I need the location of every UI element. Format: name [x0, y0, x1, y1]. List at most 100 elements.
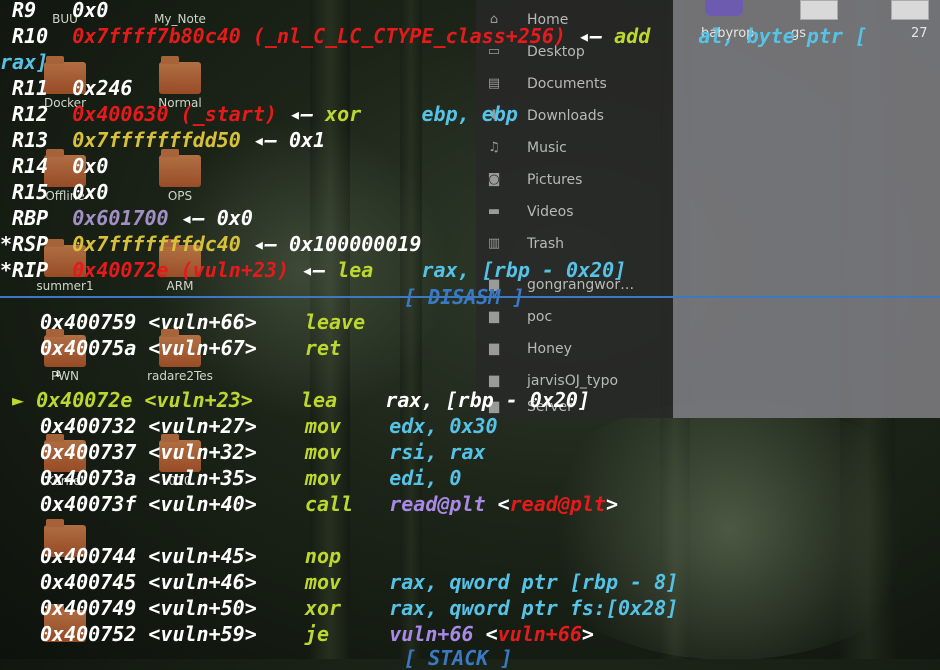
instruction-symbol: <vuln+32> [148, 440, 257, 464]
disasm-row: 0x400737 <vuln+32> mov rsi, rax [40, 439, 486, 465]
register-value: 0x400630 (_start) [72, 102, 277, 126]
instruction-mnemonic: nop [304, 544, 342, 568]
disasm-row: 0x400749 <vuln+50> xor rax, qword ptr fs… [40, 595, 678, 621]
instruction-mnemonic: mov [304, 440, 342, 464]
instruction-address: 0x40073a [40, 466, 137, 490]
instruction-address: 0x400752 [40, 622, 137, 646]
instruction-operands: rax] [0, 50, 49, 74]
instruction-symbol: <vuln+67> [148, 336, 257, 360]
instruction-mnemonic: add [614, 24, 651, 48]
arrow-icon: ◂— [289, 102, 326, 126]
pointed-value: 0x1 [289, 128, 326, 152]
instruction-address: 0x40072e [36, 388, 133, 412]
instruction-symbol: <vuln+50> [148, 596, 257, 620]
instruction-address: 0x40073f [40, 492, 137, 516]
instruction-mnemonic: xor [304, 596, 342, 620]
instruction-symbol: <vuln+35> [148, 466, 257, 490]
register-row: R15 0x0 [0, 179, 108, 205]
pointed-value: 0x0 [216, 206, 253, 230]
instruction-operands: rax, qword ptr fs:[0x28] [389, 596, 679, 620]
stack-header: [ STACK ] [404, 646, 513, 670]
instruction-operands: rax, [rbp - 0x20] [421, 258, 627, 282]
instruction-mnemonic: mov [304, 466, 342, 490]
instruction-address: 0x400744 [40, 544, 137, 568]
register-name: *RIP [0, 258, 49, 282]
terminal-output: R9 0x0 R10 0x7ffff7b80c40 (_nl_C_LC_CTYP… [0, 0, 940, 670]
instruction-address: 0x400737 [40, 440, 137, 464]
instruction-symbol: <vuln+59> [148, 622, 257, 646]
pointed-value: 0x100000019 [289, 232, 422, 256]
instruction-operands: rax, qword ptr [rbp - 8] [389, 570, 679, 594]
disasm-row: 0x400732 <vuln+27> mov edx, 0x30 [40, 413, 498, 439]
register-row: R9 0x0 [0, 0, 108, 23]
register-value: 0x7ffff7b80c40 (_nl_C_LC_CTYPE_class+256… [72, 24, 566, 48]
instruction-symbol: <vuln+40> [148, 492, 257, 516]
instruction-operands: edx, 0x30 [389, 414, 498, 438]
register-wrap: rax] [0, 49, 48, 75]
instruction-operands: edi, 0 [389, 466, 462, 490]
register-value: 0x0 [72, 180, 109, 204]
register-row: *RSP 0x7fffffffdc40 ◂— 0x100000019 [0, 231, 421, 257]
disasm-row: 0x40073a <vuln+35> mov edi, 0 [40, 465, 461, 491]
instruction-address: 0x40075a [40, 336, 137, 360]
register-row: R12 0x400630 (_start) ◂— xor ebp, ebp [0, 101, 518, 127]
instruction-symbol: <vuln+27> [148, 414, 257, 438]
instruction-mnemonic: leave [304, 310, 366, 334]
instruction-operands: ebp, ebp [421, 102, 518, 126]
arrow-icon: ◂— [252, 128, 290, 152]
arrow-icon: ◂— [252, 232, 290, 256]
instruction-symbol: <vuln+45> [148, 544, 257, 568]
register-row: RBP 0x601700 ◂— 0x0 [0, 205, 253, 231]
instruction-operands: al, byte ptr [ [698, 24, 867, 48]
register-name: R14 [0, 154, 49, 178]
instruction-symbol: <vuln+66> [148, 310, 257, 334]
register-value: 0x0 [72, 154, 109, 178]
instruction-mnemonic: lea [337, 258, 374, 282]
current-instruction-marker-icon: ► [12, 388, 25, 412]
arrow-down-icon: ↓ [54, 366, 62, 381]
disasm-row: 0x400759 <vuln+66> leave [40, 309, 365, 335]
arrow-icon: ◂— [301, 258, 338, 282]
register-name: *RSP [0, 232, 49, 256]
disasm-row: 0x400744 <vuln+45> nop [40, 543, 341, 569]
register-row: R10 0x7ffff7b80c40 (_nl_C_LC_CTYPE_class… [0, 23, 867, 49]
instruction-mnemonic: ret [304, 336, 342, 360]
register-value: 0x601700 [72, 206, 169, 230]
register-row: R14 0x0 [0, 153, 108, 179]
instruction-address: 0x400749 [40, 596, 137, 620]
arrow-icon: ◂— [180, 206, 217, 230]
register-name: RBP [0, 206, 49, 230]
disasm-row: 0x400745 <vuln+46> mov rax, qword ptr [r… [40, 569, 678, 595]
instruction-operands: vuln+66 [389, 622, 474, 646]
register-row: R11 0x246 [0, 75, 132, 101]
instruction-operands: read@plt [389, 492, 486, 516]
instruction-mnemonic: mov [304, 570, 342, 594]
disasm-row: 0x400752 <vuln+59> je vuln+66 <vuln+66> [40, 622, 594, 646]
disasm-row: 0x40073f <vuln+40> call read@plt <read@p… [40, 492, 619, 516]
jump-target: vuln+66 [497, 622, 582, 646]
instruction-address: 0x400732 [40, 414, 137, 438]
register-name: R9 [0, 0, 49, 22]
instruction-mnemonic: je [304, 622, 330, 646]
register-value: 0x246 [72, 76, 133, 100]
instruction-symbol: <vuln+23> [144, 388, 253, 412]
arrow-icon: ◂— [578, 24, 615, 48]
disasm-header: [ DISASM ] [404, 285, 525, 309]
register-value: 0x40072e (vuln+23) [72, 258, 290, 282]
register-row: R13 0x7fffffffdd50 ◂— 0x1 [0, 127, 325, 153]
instruction-operands: rsi, rax [389, 440, 486, 464]
register-name: R10 [0, 24, 49, 48]
register-row: *RIP 0x40072e (vuln+23) ◂— lea rax, [rbp… [0, 257, 626, 283]
register-value: 0x0 [72, 0, 109, 22]
register-name: R12 [0, 102, 49, 126]
disasm-row: 0x40075a <vuln+67> ret [40, 335, 341, 361]
instruction-address: 0x400745 [40, 570, 137, 594]
instruction-mnemonic: mov [304, 414, 342, 438]
instruction-mnemonic: lea [301, 388, 338, 412]
call-target: read@plt [509, 492, 606, 516]
instruction-mnemonic: xor [325, 102, 362, 126]
disasm-row-current: ► 0x40072e <vuln+23> lea rax, [rbp - 0x2… [12, 387, 590, 413]
register-name: R15 [0, 180, 49, 204]
instruction-symbol: <vuln+46> [148, 570, 257, 594]
instruction-mnemonic: call [304, 492, 354, 516]
